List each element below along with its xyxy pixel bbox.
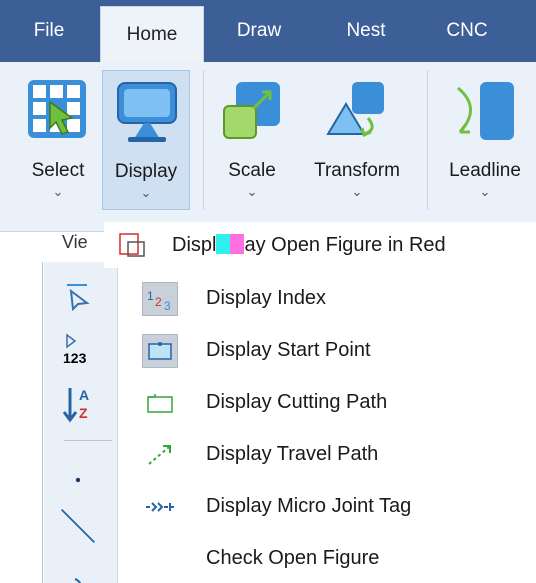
select-button-label: Select: [31, 160, 85, 181]
menu-item-display-open-figure-in-red[interactable]: Displ ay Open Figure in Red: [104, 222, 536, 268]
menu-item-label: Display Index: [206, 287, 327, 309]
tab-draw[interactable]: Draw: [216, 0, 302, 62]
ribbon-panel: Select ⌄ Display ⌄ Scale ⌄ Transform ⌄ L…: [0, 62, 536, 252]
chevron-down-icon: ⌄: [52, 184, 64, 199]
menu-item-label: Check Open Figure: [206, 547, 380, 569]
scale-button-label: Scale: [228, 160, 276, 181]
leadline-button-label: Leadline: [449, 160, 521, 181]
pink-highlight-mark: [230, 234, 245, 254]
label-part-1: Displ: [172, 234, 217, 256]
travel-path-icon: [142, 438, 178, 472]
line-icon[interactable]: [58, 506, 98, 546]
sort-a-text: A: [79, 387, 89, 403]
dot-icon[interactable]: [58, 456, 98, 496]
cutting-path-icon: [142, 386, 178, 420]
menu-item-label: Display Travel Path: [206, 443, 379, 465]
display-monitor-icon: [117, 82, 177, 142]
leadline-icon: [457, 82, 514, 140]
svg-text:1: 1: [147, 289, 154, 303]
display-button[interactable]: Display ⌄: [102, 70, 190, 210]
tab-file[interactable]: File: [18, 0, 80, 62]
tab-home[interactable]: Home: [100, 6, 204, 62]
ribbon-separator: [203, 70, 204, 210]
index-numbers-icon: 1 2 3: [142, 282, 178, 316]
ribbon-group-label: Vie: [62, 232, 88, 252]
ribbon-separator: [427, 70, 428, 210]
menu-item-display-cutting-path[interactable]: Display Cutting Path: [130, 380, 536, 426]
menu-item-display-micro-joint-tag[interactable]: Display Micro Joint Tag: [130, 484, 536, 530]
gutter-separator: [64, 440, 112, 441]
pointer-select-icon[interactable]: [58, 276, 98, 316]
select-grid-icon: [28, 80, 86, 138]
chevron-down-icon: ⌄: [140, 185, 152, 200]
sort-123-icon[interactable]: 123: [58, 330, 98, 370]
menu-item-label: Display Cutting Path: [206, 391, 388, 413]
menu-item-display-start-point[interactable]: Display Start Point: [130, 328, 536, 374]
leadline-button[interactable]: Leadline ⌄: [438, 70, 532, 210]
ribbon-tab-bar: File Home Draw Nest CNC: [0, 0, 536, 62]
sort-az-icon[interactable]: A Z: [58, 384, 98, 424]
display-button-label: Display: [114, 161, 178, 182]
arc-icon[interactable]: [58, 560, 98, 583]
svg-text:3: 3: [164, 299, 171, 312]
sort-123-text: 123: [63, 350, 87, 366]
chevron-down-icon: ⌄: [351, 184, 363, 199]
menu-item-label: Display Start Point: [206, 339, 371, 361]
menu-item-display-travel-path[interactable]: Display Travel Path: [130, 432, 536, 478]
cyan-highlight-mark: [216, 234, 231, 254]
menu-item-label: Display Micro Joint Tag: [206, 495, 412, 517]
chevron-down-icon: ⌄: [246, 184, 258, 199]
svg-text:2: 2: [155, 295, 162, 309]
menu-item-check-open-figure[interactable]: Check Open Figure: [130, 536, 536, 582]
sort-z-text: Z: [79, 405, 88, 421]
start-point-icon: [142, 334, 178, 368]
scale-button[interactable]: Scale ⌄: [212, 70, 292, 210]
chevron-down-icon: ⌄: [479, 184, 491, 199]
tab-cnc[interactable]: CNC: [428, 0, 506, 62]
transform-button-label: Transform: [314, 160, 400, 181]
menu-item-display-index[interactable]: 1 2 3 Display Index: [130, 276, 536, 322]
micro-joint-icon: [142, 490, 178, 524]
transform-icon: [326, 82, 384, 138]
label-part-2: ay Open Figure in Red: [244, 234, 446, 256]
select-button[interactable]: Select ⌄: [18, 70, 98, 210]
tab-nest[interactable]: Nest: [322, 0, 410, 62]
open-figure-icon: [119, 233, 145, 257]
transform-button[interactable]: Transform ⌄: [298, 70, 416, 210]
menu-item-label: Displ ay Open Figure in Red: [172, 234, 446, 257]
scale-icon: [223, 82, 280, 139]
